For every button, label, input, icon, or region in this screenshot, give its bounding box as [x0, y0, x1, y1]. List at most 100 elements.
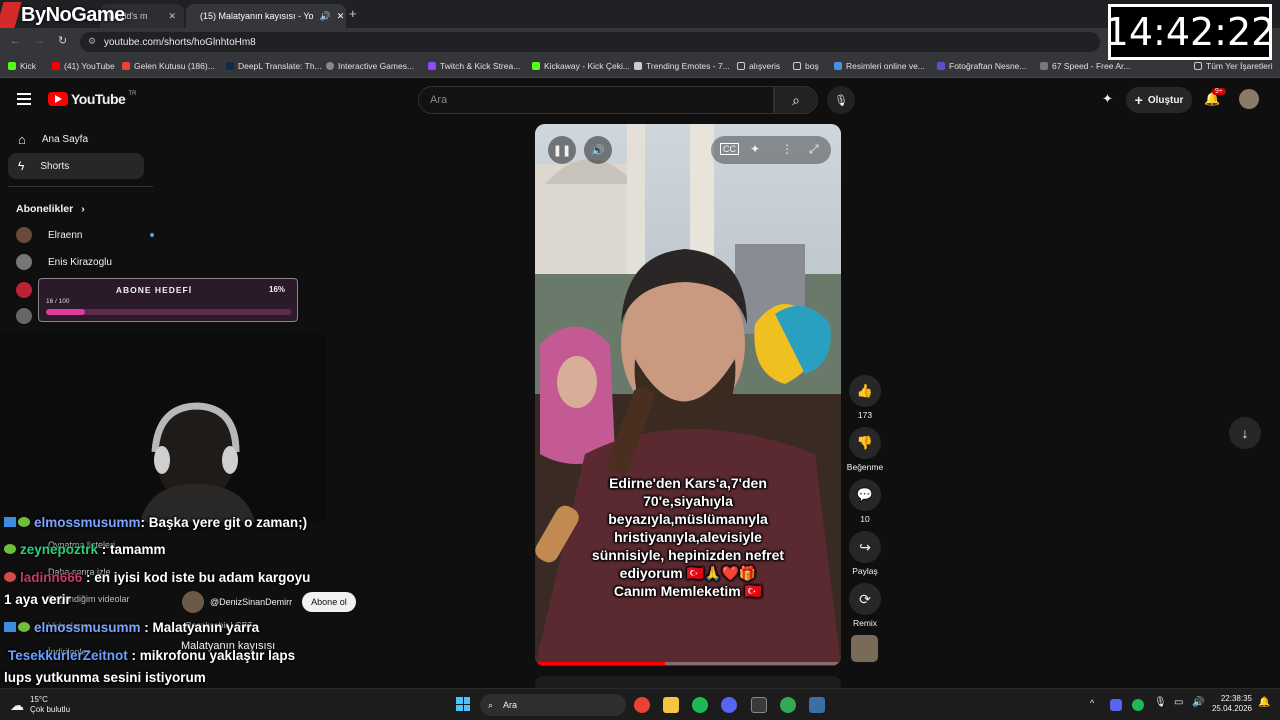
share-button[interactable]: ↪ [849, 531, 881, 563]
file-explorer-icon[interactable] [663, 697, 679, 713]
more-icon[interactable]: ⋮ [781, 142, 793, 156]
top-controls: CC ✦ ⋮ ⤢ [711, 136, 831, 164]
chat-text: 1 aya verir [4, 592, 71, 607]
app-icon[interactable] [809, 697, 825, 713]
cc-icon[interactable]: CC [720, 143, 739, 155]
discord-icon[interactable] [721, 697, 737, 713]
obs-icon[interactable] [751, 697, 767, 713]
back-icon[interactable]: ← [10, 35, 21, 47]
bookmark-label: (41) YouTube [64, 61, 115, 71]
sidebar-sub-elraenn[interactable]: Elraenn [16, 227, 155, 243]
bookmark-twitch-kick[interactable]: Twitch & Kick Strea... [428, 61, 520, 71]
next-video-button[interactable]: ↓ [1229, 417, 1261, 449]
pause-button[interactable]: ❚❚ [548, 136, 576, 164]
avatar[interactable] [16, 308, 32, 324]
dislike-button[interactable]: 👎 [849, 427, 881, 459]
comment-count: 10 [860, 514, 870, 524]
speaker-icon[interactable]: 🔊 [320, 11, 331, 22]
badge-icon [4, 622, 16, 632]
chat-message: lups yutkunma sesini istiyorum [4, 670, 206, 685]
tray-mic-icon[interactable]: 🎙 [1154, 697, 1167, 708]
create-button[interactable]: + Oluştur [1126, 87, 1192, 113]
chrome-profile-icon[interactable] [780, 697, 796, 713]
tray-network-icon[interactable]: ▭ [1174, 697, 1183, 708]
folder-icon [793, 62, 801, 70]
sidebar-item-home[interactable]: ⌂ Ana Sayfa [8, 126, 144, 152]
cloud-icon: ☁ [10, 696, 24, 713]
channel-name[interactable]: @DenizSinanDemirr [210, 597, 292, 607]
bookmark-fotograf[interactable]: Fotoğraftan Nesne... [937, 61, 1027, 71]
sound-thumbnail[interactable] [851, 635, 878, 662]
shorts-video-player[interactable]: ❚❚ 🔊 CC ✦ ⋮ ⤢ Edirne'den Kars'a,7'den 70… [535, 124, 841, 666]
remix-icon[interactable]: ✦ [750, 142, 760, 156]
sidebar-sub-enis[interactable]: Enis Kirazoglu [16, 254, 112, 270]
bookmark-gmail[interactable]: Gelen Kutusu (186)... [122, 61, 215, 71]
site-info-icon[interactable]: ⚙ [88, 36, 96, 47]
tray-chevron-icon[interactable]: ^ [1090, 698, 1094, 708]
stream-logo: ByNoGame [0, 0, 125, 30]
bookmark-7tv[interactable]: Trending Emotes - 7... [634, 61, 730, 71]
remix-icon[interactable]: ✦ [1102, 91, 1113, 107]
voice-search-button[interactable]: 🎙 [827, 86, 855, 114]
search-placeholder: Ara [430, 94, 448, 106]
progress-track[interactable] [535, 662, 841, 665]
region-code: TR [128, 91, 137, 97]
new-tab-icon[interactable]: + [349, 6, 357, 21]
bookmark-deepl[interactable]: DeepL Translate: Th... [226, 61, 322, 71]
remix-button[interactable]: ⟳ [849, 583, 881, 615]
streamer-silhouette [0, 334, 326, 522]
bookmark-label: Kickaway - Kick Çeki... [544, 61, 630, 71]
bookmark-resimler[interactable]: Resimleri online ve... [834, 61, 925, 71]
bookmark-folder-bos[interactable]: boş [793, 61, 819, 71]
tray-clock[interactable]: 22:38:35 25.04.2026 [1210, 694, 1252, 714]
close-icon[interactable]: ✕ [337, 11, 345, 22]
like-button[interactable]: 👍 [849, 375, 881, 407]
avatar [16, 227, 32, 243]
youtube-logo[interactable]: YouTube TR [48, 91, 136, 107]
goal-percent: 16% [269, 285, 286, 294]
dislike-label: Beğenme [846, 462, 884, 472]
chevron-right-icon: › [81, 203, 85, 215]
chrome-icon[interactable] [634, 697, 650, 713]
all-bookmarks[interactable]: Tüm Yer İşaretleri [1194, 61, 1273, 71]
bookmark-folder-alisveris[interactable]: alışveris [737, 61, 780, 71]
tab-active[interactable]: (15) Malatyanın kayısısı - Yo 🔊 ✕ [186, 4, 346, 28]
search-input[interactable]: Ara [418, 86, 774, 114]
home-icon: ⌂ [18, 131, 26, 147]
reload-icon[interactable]: ↻ [58, 34, 67, 47]
stream-clock: 14:42:22 [1105, 4, 1275, 60]
taskbar-search[interactable]: ⌕ Ara [480, 694, 626, 716]
comments-button[interactable]: 💬 [849, 479, 881, 511]
tray-volume-icon[interactable]: 🔊 [1192, 697, 1204, 708]
spotify-icon[interactable] [692, 697, 708, 713]
close-icon[interactable]: ✕ [168, 11, 176, 22]
channel-avatar[interactable] [182, 591, 204, 613]
sidebar-item-shorts[interactable]: ϟ Shorts [8, 153, 144, 179]
bookmark-interactive[interactable]: Interactive Games... [326, 61, 414, 71]
notification-badge: 9+ [1212, 88, 1226, 95]
volume-button[interactable]: 🔊 [584, 136, 612, 164]
bookmark-youtube[interactable]: (41) YouTube [52, 61, 115, 71]
bookmark-kick[interactable]: Kick [8, 61, 36, 71]
subscribe-button[interactable]: Abone ol [302, 592, 356, 612]
tray-spotify-icon[interactable] [1132, 699, 1144, 711]
start-icon[interactable] [456, 697, 470, 711]
folder-icon [737, 62, 745, 70]
search-button[interactable]: ⌕ [774, 86, 818, 114]
bookmark-67speed[interactable]: 67 Speed - Free Ar... [1040, 61, 1130, 71]
account-avatar[interactable] [1239, 89, 1259, 109]
weather-widget[interactable]: ☁ 15°C Çok bulutlu [10, 695, 70, 715]
fullscreen-icon[interactable]: ⤢ [809, 142, 819, 157]
avatar[interactable] [16, 282, 32, 298]
bookmark-kickaway[interactable]: Kickaway - Kick Çeki... [532, 61, 630, 71]
subscriptions-header[interactable]: Abonelikler › [16, 203, 85, 215]
menu-icon[interactable] [17, 93, 31, 105]
tray-discord-icon[interactable] [1110, 699, 1122, 711]
forward-icon[interactable]: → [34, 35, 45, 47]
chat-user: zeynepoztrk [20, 542, 99, 557]
tray-notification-icon[interactable]: 🔔 [1258, 697, 1270, 708]
url-input[interactable]: ⚙ youtube.com/shorts/hoGlnhtoHm8 [80, 32, 1100, 52]
bookmark-label: DeepL Translate: Th... [238, 61, 322, 71]
url-text: youtube.com/shorts/hoGlnhtoHm8 [104, 36, 256, 48]
bookmark-label: boş [805, 61, 819, 71]
